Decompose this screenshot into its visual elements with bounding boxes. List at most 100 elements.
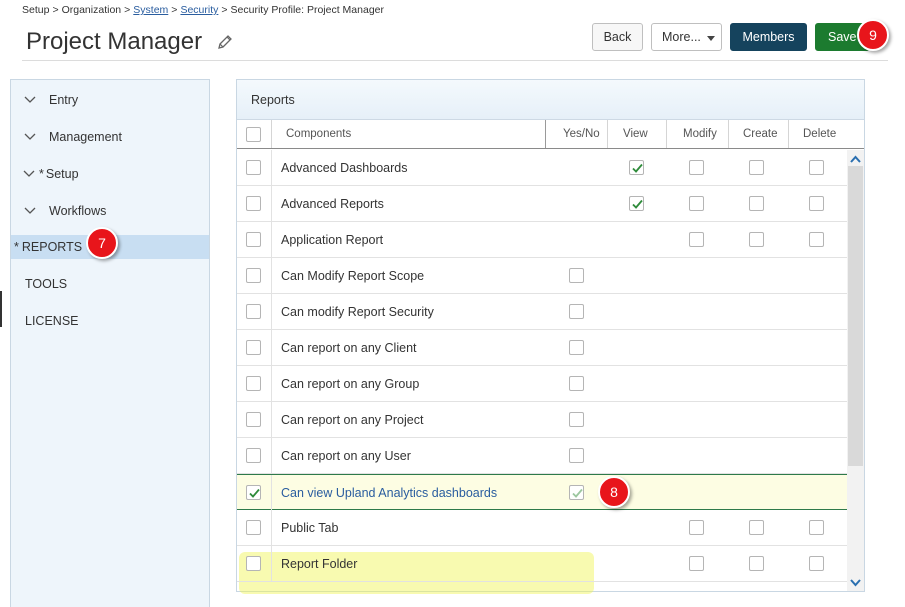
yesno-checkbox[interactable] [569,448,584,463]
delete-checkbox[interactable] [809,160,824,175]
back-button[interactable]: Back [592,23,643,51]
chevron-up-icon[interactable] [848,152,863,166]
breadcrumb-security[interactable]: Security [180,4,218,16]
column-divider [607,120,608,148]
create-checkbox[interactable] [749,520,764,535]
table-row[interactable]: Can Modify Report Scope [237,258,847,294]
breadcrumb-organization[interactable]: Organization [62,4,122,16]
sidebar-item-label: REPORTS [21,240,83,254]
sidebar-item-management[interactable]: Management [11,125,209,149]
component-name: Application Report [281,232,384,247]
modified-marker: * [39,167,44,181]
yesno-checkbox[interactable] [569,340,584,355]
column-header-view: View [623,128,648,140]
yesno-checkbox[interactable] [569,268,584,283]
cell-divider [271,438,272,473]
table-row[interactable]: Can report on any Project [237,402,847,438]
column-header-yesno: Yes/No [563,128,600,140]
column-divider [666,120,667,148]
modify-checkbox[interactable] [689,556,704,571]
column-header-delete: Delete [803,128,837,140]
pencil-icon[interactable] [216,33,234,51]
callout-badge: 7 [86,227,118,259]
delete-checkbox[interactable] [809,556,824,571]
create-checkbox[interactable] [749,232,764,247]
caret-down-icon [707,36,715,41]
sidebar-item-license[interactable]: LICENSE [11,309,209,333]
create-checkbox[interactable] [749,196,764,211]
members-button[interactable]: Members [730,23,807,51]
column-header-modify: Modify [683,128,717,140]
table-row[interactable]: Application Report [237,222,847,258]
table-row[interactable]: Advanced Reports [237,186,847,222]
modify-checkbox[interactable] [689,160,704,175]
view-checkbox[interactable] [629,160,644,175]
sidebar-item-label: Entry [49,93,79,107]
component-name: Can view Upland Analytics dashboards [281,485,498,500]
more-button-label: More... [662,30,701,44]
scrollbar-thumb[interactable] [848,166,863,466]
cell-divider [271,150,272,185]
cell-divider [271,475,272,510]
checkmark-icon [632,199,643,209]
component-name: Report Folder [281,556,358,571]
more-dropdown-button[interactable]: More... [651,23,722,51]
yesno-checkbox[interactable] [569,485,584,500]
delete-checkbox[interactable] [809,232,824,247]
table-row[interactable]: Can report on any User [237,438,847,474]
row-select-checkbox[interactable] [246,340,261,355]
row-select-checkbox[interactable] [246,376,261,391]
sidebar-item-setup[interactable]: * Setup [11,162,209,186]
modify-checkbox[interactable] [689,232,704,247]
yesno-checkbox[interactable] [569,376,584,391]
cell-divider [271,258,272,293]
row-select-checkbox[interactable] [246,268,261,283]
delete-checkbox[interactable] [809,520,824,535]
component-name: Can modify Report Security [281,304,434,319]
sidebar-item-entry[interactable]: Entry [11,88,209,112]
create-checkbox[interactable] [749,160,764,175]
checkmark-icon [572,488,583,498]
column-header-create: Create [743,128,778,140]
table-row[interactable]: Can report on any Client [237,330,847,366]
panel-title: Reports [237,80,864,120]
table-row[interactable]: Can view Upland Analytics dashboards [237,474,847,510]
modify-checkbox[interactable] [689,196,704,211]
sidebar-item-tools[interactable]: TOOLS [11,272,209,296]
table-row[interactable]: Can report on any Group [237,366,847,402]
column-divider [728,120,729,148]
cell-divider [271,546,272,581]
row-select-checkbox[interactable] [246,232,261,247]
row-select-checkbox[interactable] [246,160,261,175]
column-header-components[interactable]: Components [286,120,351,148]
breadcrumb-system[interactable]: System [133,4,168,16]
select-all-checkbox[interactable] [246,127,261,142]
table-row[interactable]: Public Tab [237,510,847,546]
row-select-checkbox[interactable] [246,196,261,211]
column-header-row: Components Yes/No View Modify Create Del… [237,120,864,149]
yesno-checkbox[interactable] [569,304,584,319]
table-row[interactable]: Report Folder [237,546,847,582]
sidebar-item-workflows[interactable]: Workflows [11,199,209,223]
delete-checkbox[interactable] [809,196,824,211]
breadcrumb-setup[interactable]: Setup [22,4,49,16]
component-name: Public Tab [281,520,339,535]
column-resize-handle[interactable] [545,120,546,148]
row-select-checkbox[interactable] [246,448,261,463]
row-select-checkbox[interactable] [246,412,261,427]
row-select-checkbox[interactable] [246,485,261,500]
checkmark-icon [249,488,260,498]
yesno-checkbox[interactable] [569,412,584,427]
chevron-down-icon [24,96,36,103]
table-row[interactable]: Can modify Report Security [237,294,847,330]
row-select-checkbox[interactable] [246,304,261,319]
chevron-down-icon[interactable] [848,576,863,590]
modify-checkbox[interactable] [689,520,704,535]
table-row[interactable]: Advanced Dashboards [237,150,847,186]
sidebar: Entry Management * Setup Workflows * REP… [10,79,210,607]
create-checkbox[interactable] [749,556,764,571]
view-checkbox[interactable] [629,196,644,211]
sidebar-item-label: Workflows [49,204,107,218]
row-select-checkbox[interactable] [246,520,261,535]
row-select-checkbox[interactable] [246,556,261,571]
